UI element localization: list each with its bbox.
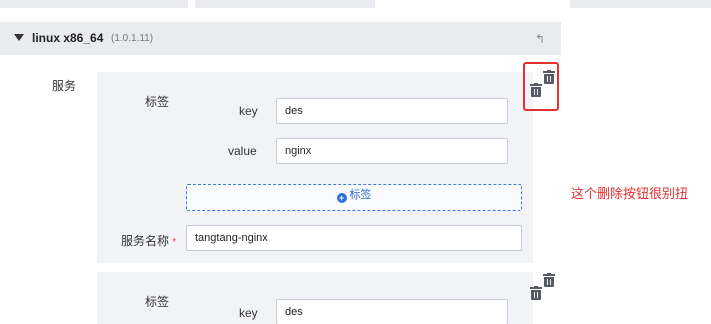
service-name-label: 服务名称 *	[121, 232, 176, 249]
highlight-box	[523, 62, 559, 111]
top-tab-1[interactable]	[0, 0, 188, 8]
required-mark: *	[172, 237, 177, 248]
key-input[interactable]: des	[276, 98, 508, 124]
platform-version: (1.0.1.11)	[111, 33, 154, 44]
key-input[interactable]: des	[276, 299, 508, 324]
service-section-label: 服务	[52, 79, 77, 93]
add-tag-button[interactable]: + 标签	[186, 184, 522, 211]
value-input[interactable]: nginx	[276, 138, 508, 164]
top-tab-3[interactable]	[570, 0, 711, 8]
plus-circle-icon: +	[336, 193, 347, 203]
tag-label: 标签	[145, 295, 170, 309]
service-name-label-text: 服务名称	[121, 234, 170, 248]
top-tab-2[interactable]	[195, 0, 375, 8]
trash-icon[interactable]	[530, 286, 542, 300]
caret-down-icon[interactable]	[14, 34, 24, 41]
trash-icon[interactable]	[543, 273, 555, 287]
value-label: value	[228, 144, 257, 158]
key-label: key	[239, 306, 258, 320]
annotation-text: 这个删除按钮很别扭	[571, 186, 689, 201]
tag-label: 标签	[145, 95, 170, 109]
platform-title: linux x86_64	[32, 31, 104, 45]
key-label: key	[239, 104, 258, 118]
add-tag-label: 标签	[349, 189, 372, 201]
top-tab-strip	[0, 0, 711, 10]
platform-header[interactable]: linux x86_64 (1.0.1.11) ↰	[0, 22, 561, 55]
service-name-input[interactable]: tangtang-nginx	[186, 225, 522, 251]
reply-icon[interactable]: ↰	[535, 32, 545, 46]
